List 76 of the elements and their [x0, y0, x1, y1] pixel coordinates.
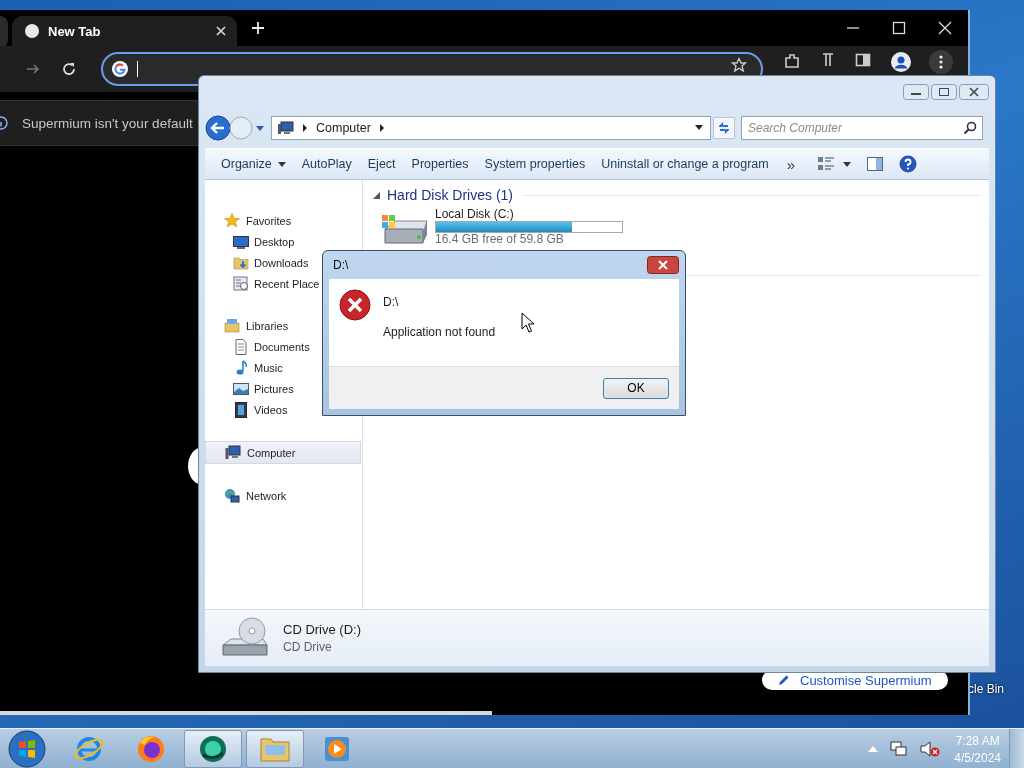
puzzle-icon[interactable]	[783, 52, 801, 70]
chevron-icon[interactable]	[378, 124, 385, 132]
drive-name[interactable]: Local Disk (C:)	[435, 207, 623, 221]
toolbar-button[interactable]: System properties	[476, 152, 594, 176]
refresh-icon[interactable]	[713, 117, 735, 139]
drive-info: 16.4 GB free of 59.8 GB	[435, 233, 565, 246]
caret-icon	[277, 161, 286, 167]
more-button[interactable]: »	[776, 152, 808, 176]
sidebar-item[interactable]: Favorites	[205, 210, 362, 231]
pin-icon[interactable]	[821, 52, 835, 68]
breadcrumb-item[interactable]: Computer	[316, 121, 371, 135]
chevron-icon[interactable]	[302, 124, 308, 132]
toolbar-button[interactable]: Eject	[359, 152, 404, 176]
close-icon[interactable]	[647, 256, 679, 274]
libraries-icon	[224, 317, 240, 334]
browser-tab[interactable]: New Tab	[12, 16, 237, 46]
ok-button[interactable]: OK	[603, 377, 669, 399]
toolbar-button[interactable]: AutoPlay	[293, 152, 360, 176]
toolbar-button[interactable]: Uninstall or change a program	[593, 152, 777, 176]
computer-icon	[278, 121, 294, 135]
network-icon[interactable]	[890, 740, 909, 758]
organize-button[interactable]: Organize	[213, 152, 294, 176]
recent-icon	[233, 275, 249, 292]
pictures-icon	[233, 380, 249, 397]
profile-icon[interactable]	[891, 52, 911, 72]
drive-name: CD Drive (D:)	[283, 622, 361, 637]
dialog-title: D:\	[333, 258, 349, 272]
new-tab-icon[interactable]	[251, 21, 265, 35]
dialog-heading: D:\	[383, 295, 400, 309]
favorites-icon	[224, 212, 240, 229]
address-bar[interactable]: Computer	[271, 116, 711, 140]
maximize-icon[interactable]	[892, 21, 906, 35]
pane-icon	[867, 157, 884, 171]
supermium-icon	[197, 733, 229, 765]
drive-type: CD Drive	[283, 640, 333, 654]
collapse-icon[interactable]	[373, 191, 380, 199]
taskbar-button[interactable]	[184, 730, 242, 768]
back-icon[interactable]	[205, 115, 231, 141]
sidebar-item[interactable]: Computer	[205, 441, 361, 464]
text-cursor	[137, 61, 138, 77]
cd-drive-icon	[221, 617, 269, 659]
side-panel-icon[interactable]	[855, 52, 871, 68]
downloads-icon	[233, 254, 249, 271]
desktop-icon	[233, 233, 249, 250]
videos-icon	[233, 401, 249, 418]
help-icon	[899, 155, 918, 173]
minimize-icon[interactable]	[903, 84, 929, 100]
restore-icon[interactable]	[931, 84, 957, 100]
search-field[interactable]: Search Computer	[741, 116, 983, 140]
caret-icon	[843, 161, 852, 167]
menu-icon	[939, 55, 943, 69]
scrollbar[interactable]	[0, 711, 492, 715]
sidebar-item[interactable]: Network	[205, 485, 362, 506]
network-icon	[224, 487, 240, 504]
cursor-icon	[521, 312, 535, 333]
view-icon	[817, 156, 836, 172]
menu-button[interactable]	[929, 50, 953, 74]
documents-icon	[233, 338, 249, 355]
start-icon[interactable]	[7, 729, 47, 768]
toolbar-button[interactable]: Properties	[403, 152, 477, 176]
globe-icon	[24, 23, 40, 39]
sidebar-item[interactable]: Desktop	[205, 231, 362, 252]
firefox-icon	[135, 733, 167, 765]
search-icon	[963, 121, 977, 135]
group-header[interactable]: Hard Disk Drives (1)	[387, 187, 513, 203]
volume-muted-icon[interactable]	[920, 740, 941, 758]
computer-icon	[225, 444, 241, 461]
reload-icon[interactable]	[61, 61, 77, 77]
error-icon	[339, 289, 371, 321]
dropdown-icon[interactable]	[694, 125, 704, 131]
star-icon[interactable]	[731, 57, 747, 73]
hard-drive-icon	[381, 213, 429, 247]
close-icon[interactable]	[959, 84, 989, 100]
google-icon	[111, 60, 129, 78]
info-text: Supermium isn't your default	[22, 115, 193, 131]
error-message: Application not found	[383, 325, 496, 339]
